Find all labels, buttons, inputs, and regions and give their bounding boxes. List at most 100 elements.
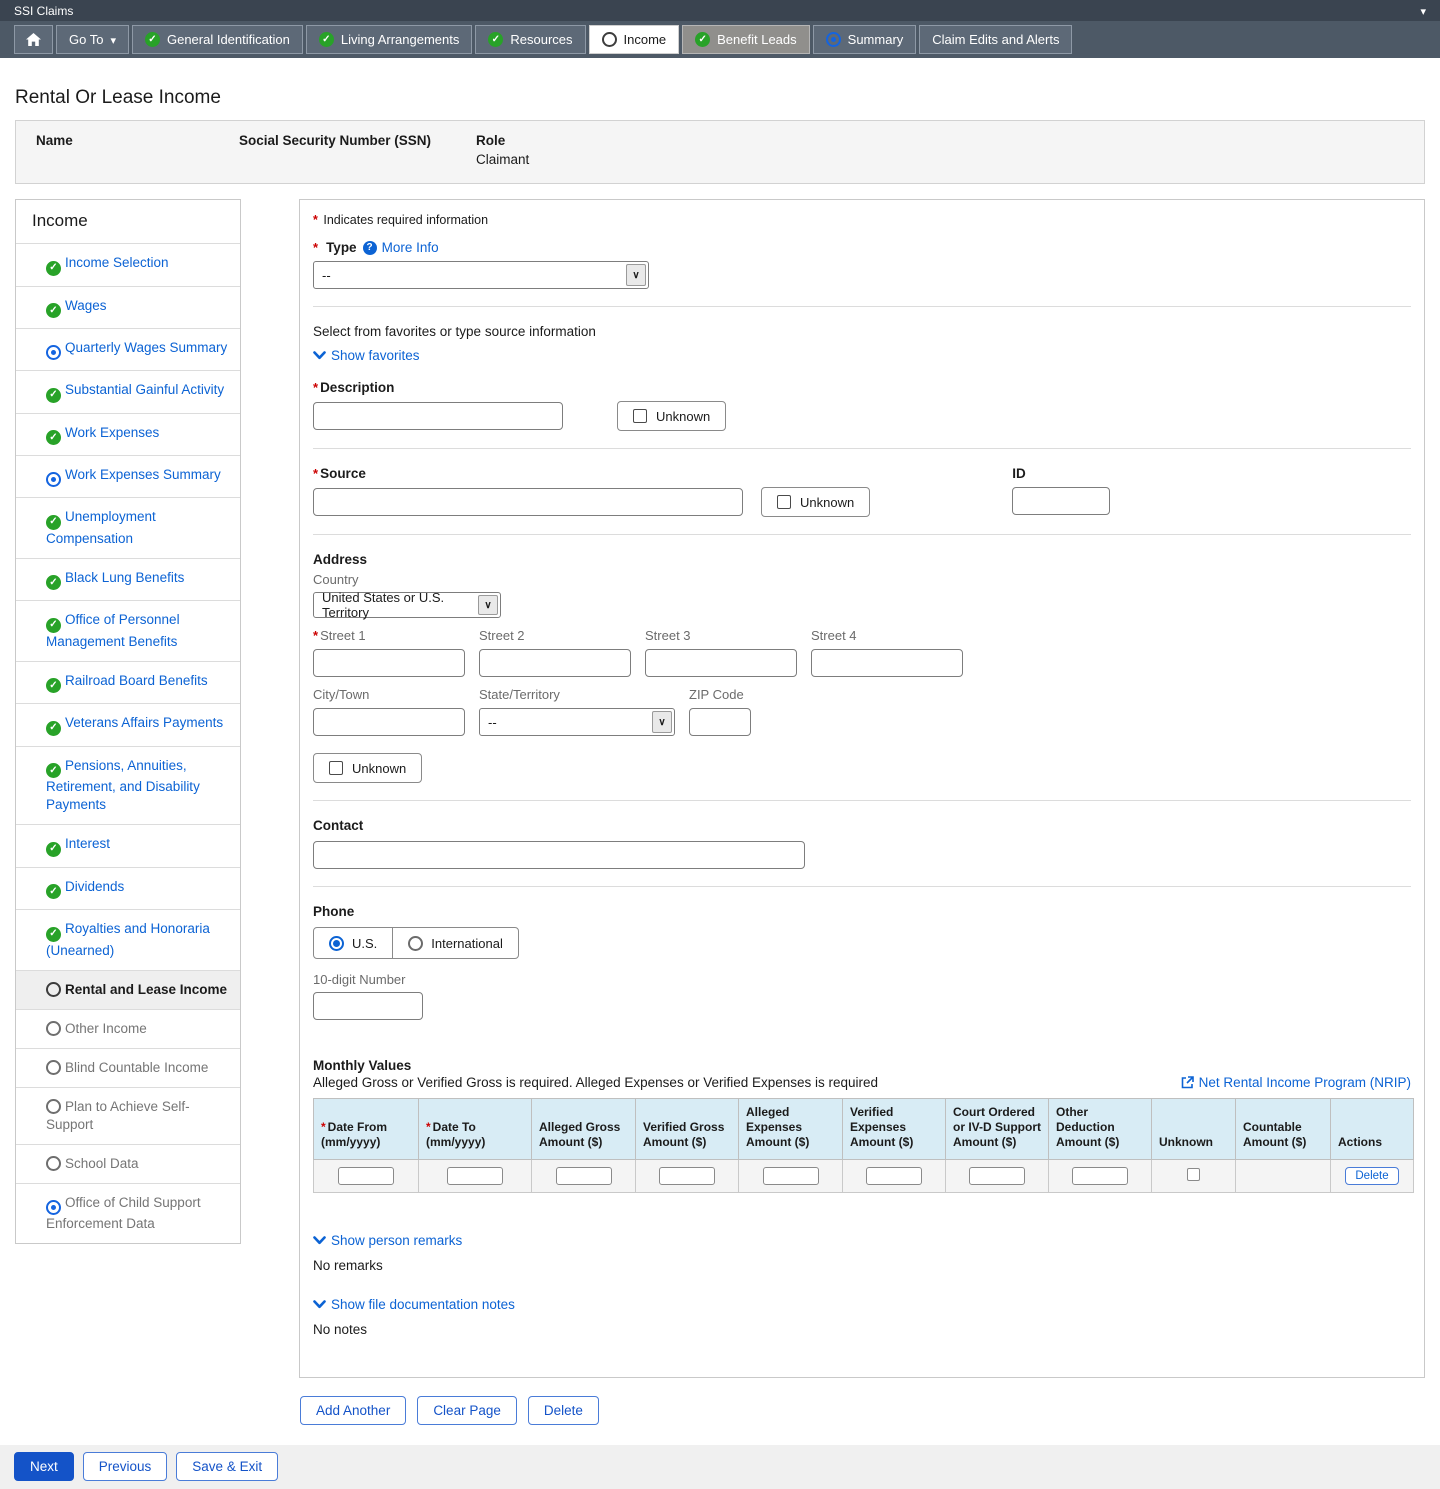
show-favorites-toggle[interactable]: Show favorites — [313, 348, 420, 363]
sidebar-item-dividends[interactable]: Dividends — [16, 867, 240, 910]
description-input[interactable] — [313, 402, 563, 430]
alleged-expenses-input[interactable] — [763, 1167, 819, 1185]
phone-label: Phone — [313, 904, 1411, 919]
goto-button[interactable]: Go To — [56, 25, 129, 54]
date-to-cell — [419, 1160, 532, 1193]
row-delete-button[interactable]: Delete — [1345, 1167, 1398, 1185]
row-unknown-checkbox[interactable] — [1187, 1168, 1200, 1181]
sidebar-item-black-lung-benefits[interactable]: Black Lung Benefits — [16, 558, 240, 601]
sidebar-item-rental-and-lease-income[interactable]: Rental and Lease Income — [16, 970, 240, 1009]
sidebar-item-railroad-board-benefits[interactable]: Railroad Board Benefits — [16, 661, 240, 704]
sidebar-item-pensions-annuities[interactable]: Pensions, Annuities, Retirement, and Dis… — [16, 746, 240, 825]
sidebar-item-quarterly-wages-summary[interactable]: Quarterly Wages Summary — [16, 328, 240, 370]
show-person-remarks-toggle[interactable]: Show person remarks — [313, 1233, 462, 1248]
sidebar-item-interest[interactable]: Interest — [16, 824, 240, 867]
phone-us-radio-option[interactable]: U.S. — [314, 928, 392, 958]
street4-label: Street 4 — [811, 628, 963, 643]
city-input[interactable] — [313, 708, 465, 736]
column-label: Date From (mm/yyyy) — [321, 1120, 387, 1149]
required-asterisk: * — [313, 213, 320, 227]
col-date-to: *Date To (mm/yyyy) — [419, 1099, 532, 1160]
col-alleged-expenses: Alleged Expenses Amount ($) — [739, 1099, 843, 1160]
clear-page-button[interactable]: Clear Page — [417, 1396, 517, 1425]
street1-input[interactable] — [313, 649, 465, 677]
sidebar-item-work-expenses[interactable]: Work Expenses — [16, 413, 240, 456]
street2-input[interactable] — [479, 649, 631, 677]
sidebar-item-office-of-child-support[interactable]: Office of Child Support Enforcement Data — [16, 1183, 240, 1243]
sidebar-item-opm-benefits[interactable]: Office of Personnel Management Benefits — [16, 600, 240, 661]
street3-input[interactable] — [645, 649, 797, 677]
address-unknown-box[interactable]: Unknown — [313, 753, 422, 783]
person-summary-box: Name Social Security Number (SSN) Role C… — [15, 120, 1425, 184]
sidebar-item-label: Income Selection — [65, 255, 169, 270]
source-label: Source — [320, 466, 366, 481]
required-asterisk: * — [321, 1120, 328, 1134]
nrip-link-label: Net Rental Income Program (NRIP) — [1199, 1075, 1411, 1090]
select-arrow-icon — [652, 711, 672, 733]
col-unknown: Unknown — [1152, 1099, 1236, 1160]
other-deduction-input[interactable] — [1072, 1167, 1128, 1185]
tab-claim-edits-and-alerts[interactable]: Claim Edits and Alerts — [919, 25, 1072, 54]
source-unknown-box[interactable]: Unknown — [761, 487, 870, 517]
sidebar-item-school-data[interactable]: School Data — [16, 1144, 240, 1183]
verified-gross-cell — [636, 1160, 739, 1193]
source-id-input[interactable] — [1012, 487, 1110, 515]
sidebar-item-blind-countable-income[interactable]: Blind Countable Income — [16, 1048, 240, 1087]
notes-empty-text: No notes — [313, 1322, 1411, 1337]
source-input[interactable] — [313, 488, 743, 516]
street4-input[interactable] — [811, 649, 963, 677]
court-ordered-input[interactable] — [969, 1167, 1025, 1185]
not-started-icon — [46, 1060, 61, 1075]
sidebar-item-unemployment-compensation[interactable]: Unemployment Compensation — [16, 497, 240, 558]
phone-number-input[interactable] — [313, 992, 423, 1020]
tab-resources[interactable]: Resources — [475, 25, 585, 54]
tab-summary[interactable]: Summary — [813, 25, 917, 54]
column-label: Alleged Gross Amount ($) — [539, 1120, 620, 1149]
sidebar-item-work-expenses-summary[interactable]: Work Expenses Summary — [16, 455, 240, 497]
date-from-input[interactable] — [338, 1167, 394, 1185]
app-titlebar: SSI Claims — [0, 0, 1440, 21]
country-select[interactable]: United States or U.S. Territory — [313, 592, 501, 618]
type-select[interactable]: -- — [313, 261, 649, 289]
home-icon — [26, 33, 41, 46]
nrip-link[interactable]: Net Rental Income Program (NRIP) — [1181, 1075, 1411, 1090]
add-another-button[interactable]: Add Another — [300, 1396, 406, 1425]
show-file-documentation-notes-toggle[interactable]: Show file documentation notes — [313, 1297, 515, 1312]
phone-international-radio-option[interactable]: International — [392, 928, 518, 958]
home-button[interactable] — [14, 25, 53, 54]
contact-input[interactable] — [313, 841, 805, 869]
delete-page-button[interactable]: Delete — [528, 1396, 599, 1425]
sidebar-item-income-selection[interactable]: Income Selection — [16, 243, 240, 286]
state-select[interactable]: -- — [479, 708, 675, 736]
sidebar-item-wages[interactable]: Wages — [16, 286, 240, 329]
tab-living-arrangements[interactable]: Living Arrangements — [306, 25, 473, 54]
next-button[interactable]: Next — [14, 1452, 74, 1481]
remarks-empty-text: No remarks — [313, 1258, 1411, 1273]
verified-gross-input[interactable] — [659, 1167, 715, 1185]
in-progress-icon — [46, 345, 61, 360]
sidebar-item-substantial-gainful-activity[interactable]: Substantial Gainful Activity — [16, 370, 240, 413]
titlebar-caret-icon[interactable] — [1420, 4, 1426, 18]
tab-benefit-leads[interactable]: Benefit Leads — [682, 25, 810, 54]
tab-income[interactable]: Income — [589, 25, 680, 54]
sidebar-item-royalties-honoraria[interactable]: Royalties and Honoraria (Unearned) — [16, 909, 240, 970]
sidebar-item-label: School Data — [65, 1156, 139, 1171]
zip-input[interactable] — [689, 708, 751, 736]
sidebar-item-veterans-affairs-payments[interactable]: Veterans Affairs Payments — [16, 703, 240, 746]
alleged-gross-input[interactable] — [556, 1167, 612, 1185]
verified-expenses-cell — [843, 1160, 946, 1193]
sidebar-item-other-income[interactable]: Other Income — [16, 1009, 240, 1048]
description-unknown-box[interactable]: Unknown — [617, 401, 726, 431]
sidebar-item-plan-to-achieve-self-support[interactable]: Plan to Achieve Self-Support — [16, 1087, 240, 1144]
source-unknown-checkbox[interactable] — [777, 495, 791, 509]
complete-check-icon — [46, 763, 61, 778]
date-to-input[interactable] — [447, 1167, 503, 1185]
address-unknown-checkbox[interactable] — [329, 761, 343, 775]
previous-button[interactable]: Previous — [83, 1452, 168, 1481]
source-id-label: ID — [1012, 466, 1110, 481]
description-unknown-checkbox[interactable] — [633, 409, 647, 423]
tab-general-identification[interactable]: General Identification — [132, 25, 303, 54]
verified-expenses-input[interactable] — [866, 1167, 922, 1185]
type-more-info-link[interactable]: More Info — [363, 240, 439, 255]
save-and-exit-button[interactable]: Save & Exit — [176, 1452, 278, 1481]
